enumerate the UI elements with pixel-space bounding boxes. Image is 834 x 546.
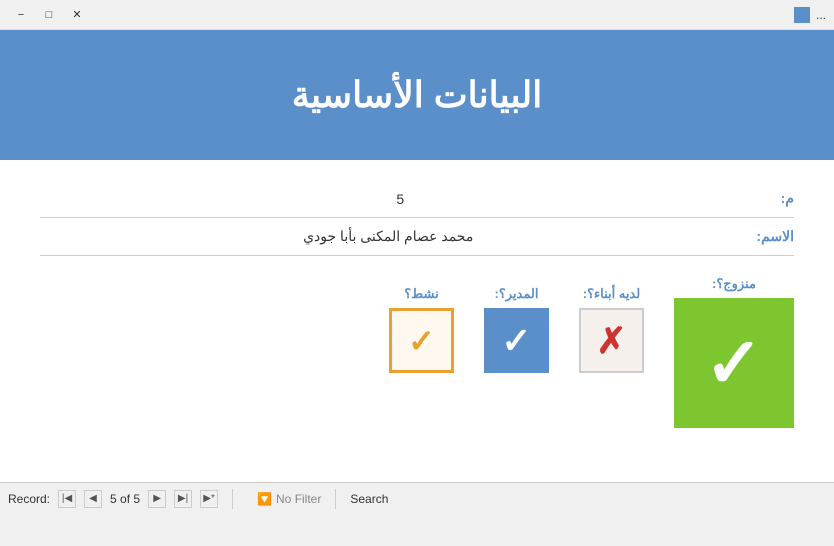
checkboxes-section: منزوج؟: ✓ لديه أبناء؟: ✗ المدير؟: ✓ <box>40 276 794 428</box>
name-label: الاسم: <box>756 228 794 245</box>
children-checkmark: ✗ <box>596 320 626 362</box>
filter-text: No Filter <box>276 492 321 506</box>
manager-group: المدير؟: ✓ <box>484 286 549 373</box>
page-title: البيانات الأساسية <box>292 74 543 116</box>
header-banner: البيانات الأساسية <box>0 30 834 160</box>
id-row: م: 5 <box>40 180 794 218</box>
children-checkbox[interactable]: ✗ <box>579 308 644 373</box>
children-group: لديه أبناء؟: ✗ <box>579 286 644 373</box>
married-group: منزوج؟: ✓ <box>674 276 794 428</box>
search-input[interactable] <box>350 492 470 506</box>
active-label: نشط؟ <box>404 286 438 302</box>
married-checkmark: ✓ <box>705 328 764 398</box>
filter-section: 🔽 No Filter <box>257 492 321 506</box>
manager-checkmark: ✓ <box>501 320 531 362</box>
manager-checkbox[interactable]: ✓ <box>484 308 549 373</box>
status-bar: Record: |◀ ◀ 5 of 5 ▶ ▶| ▶* 🔽 No Filter <box>0 482 834 514</box>
close-button[interactable]: ✕ <box>64 5 90 25</box>
children-label: لديه أبناء؟: <box>583 286 640 302</box>
minimize-button[interactable]: − <box>8 5 34 25</box>
title-bar-text: ... <box>816 8 826 22</box>
record-label: Record: <box>8 492 50 506</box>
title-bar-controls: − □ ✕ <box>8 5 90 25</box>
manager-label: المدير؟: <box>495 286 539 302</box>
main-content: م: 5 الاسم: محمد عصام المكنى بأبا جودي م… <box>0 160 834 514</box>
active-group: نشط؟ ✓ <box>389 286 454 373</box>
name-value: محمد عصام المكنى بأبا جودي <box>40 228 736 245</box>
title-bar: ... − □ ✕ <box>0 0 834 30</box>
divider-2 <box>335 489 336 509</box>
nav-next-button[interactable]: ▶ <box>148 490 166 508</box>
name-row: الاسم: محمد عصام المكنى بأبا جودي <box>40 218 794 256</box>
content-area: م: 5 الاسم: محمد عصام المكنى بأبا جودي م… <box>0 160 834 514</box>
id-value: 5 <box>40 191 761 207</box>
married-label: منزوج؟: <box>712 276 756 292</box>
app-icon <box>794 7 810 23</box>
title-bar-left: ... <box>794 7 826 23</box>
nav-prev-button[interactable]: ◀ <box>84 490 102 508</box>
nav-new-button[interactable]: ▶* <box>200 490 218 508</box>
divider-1 <box>232 489 233 509</box>
active-checkbox[interactable]: ✓ <box>389 308 454 373</box>
filter-icon: 🔽 <box>257 492 272 506</box>
married-checkbox[interactable]: ✓ <box>674 298 794 428</box>
maximize-button[interactable]: □ <box>36 5 62 25</box>
id-label: م: <box>781 190 794 207</box>
nav-first-button[interactable]: |◀ <box>58 490 76 508</box>
record-count: 5 of 5 <box>110 492 140 506</box>
active-checkmark: ✓ <box>408 322 435 360</box>
nav-last-button[interactable]: ▶| <box>174 490 192 508</box>
